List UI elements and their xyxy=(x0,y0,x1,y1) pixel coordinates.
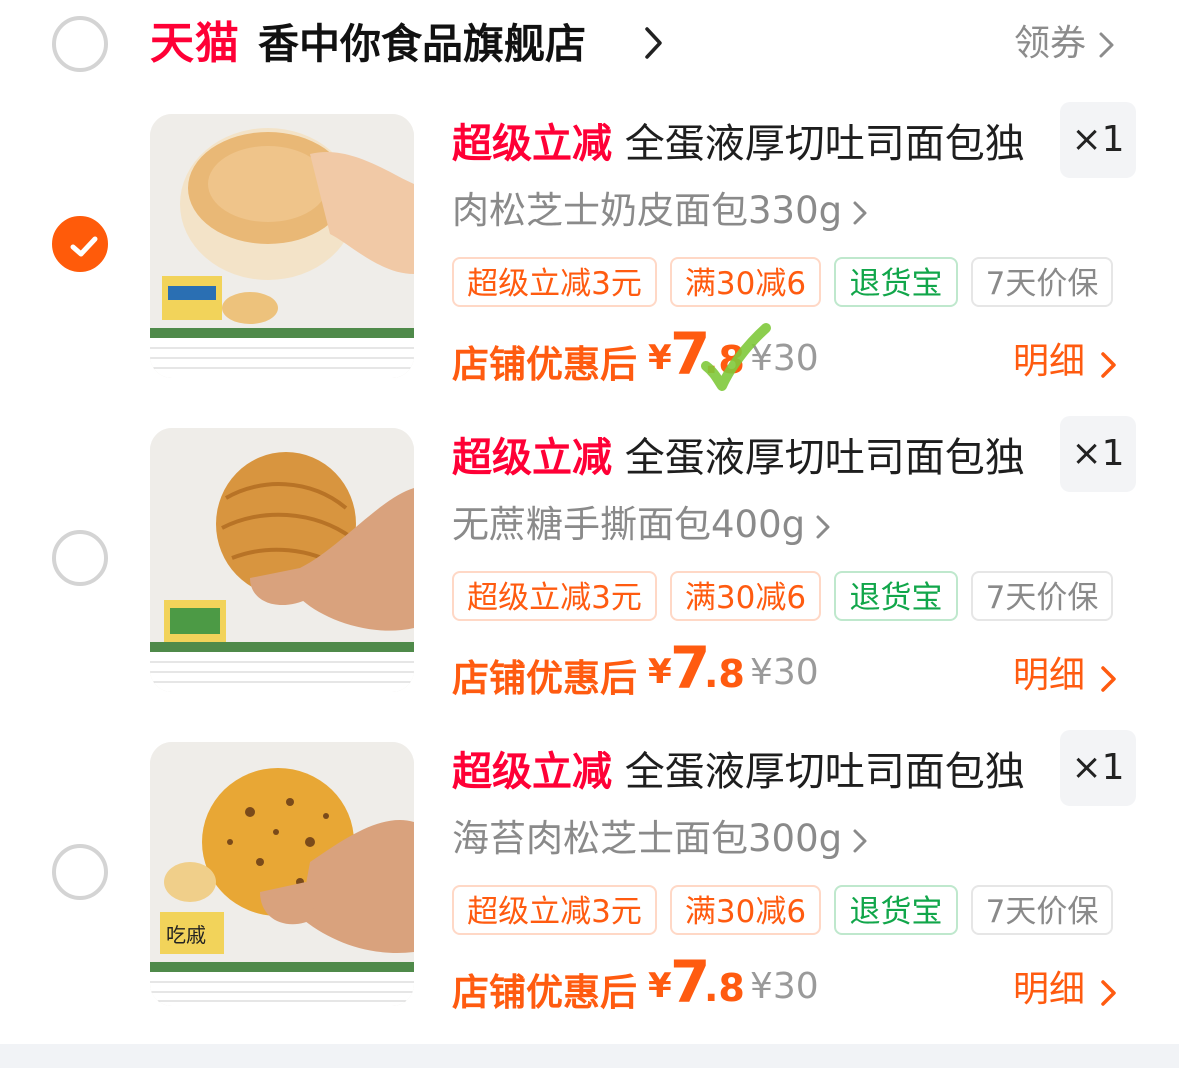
detail-chevron-right-icon[interactable] xyxy=(1100,350,1118,380)
tag-spend-discount: 满30减6 xyxy=(670,257,821,307)
tag-return-insurance: 退货宝 xyxy=(834,571,958,621)
quantity-stepper[interactable]: ×1 xyxy=(1060,730,1136,806)
svg-text:吃戚: 吃戚 xyxy=(166,923,206,947)
tag-spend-discount: 满30减6 xyxy=(670,571,821,621)
sku-label: 海苔肉松芝士面包300g xyxy=(452,817,843,860)
coupon-link[interactable]: 领券 xyxy=(1014,18,1086,70)
tag-price-protection: 7天价保 xyxy=(971,571,1113,621)
store-select-radio[interactable] xyxy=(52,16,108,72)
tag-instant-discount: 超级立减3元 xyxy=(452,571,657,621)
sku-selector[interactable]: 无蔗糖手撕面包400g xyxy=(452,498,831,552)
coupon-chevron-right-icon[interactable] xyxy=(1098,30,1116,60)
checkmark-icon xyxy=(70,236,98,257)
sku-chevron-right-icon xyxy=(853,829,867,852)
price-currency: ¥ xyxy=(648,652,672,692)
tag-instant-discount: 超级立减3元 xyxy=(452,257,657,307)
tag-return-insurance: 退货宝 xyxy=(834,257,958,307)
store-header: 天猫 香中你食品旗舰店 领券 xyxy=(0,0,1179,90)
item-select-radio[interactable] xyxy=(52,530,108,586)
product-title[interactable]: 超级立减 全蛋液厚切吐司面包独 xyxy=(452,430,1025,486)
price-label: 店铺优惠后 xyxy=(452,657,637,700)
store-chevron-right-icon[interactable] xyxy=(643,24,665,62)
tmall-brand-label: 天猫 xyxy=(150,18,240,69)
item-select-radio[interactable] xyxy=(52,844,108,900)
sku-selector[interactable]: 海苔肉松芝士面包300g xyxy=(452,812,868,866)
price-decimal: .8 xyxy=(704,966,745,1010)
product-image[interactable]: 吃戚 xyxy=(150,742,414,1006)
item-select-radio-checked[interactable] xyxy=(52,216,108,272)
tag-price-protection: 7天价保 xyxy=(971,885,1113,935)
cart-item: 超级立减 全蛋液厚切吐司面包独 ×1 肉松芝士奶皮面包330g 超级立减3元 满… xyxy=(0,102,1179,404)
pork-floss-bread-photo: 吃戚 xyxy=(150,742,414,1006)
price-currency: ¥ xyxy=(648,966,672,1006)
detail-link[interactable]: 明细 xyxy=(1013,650,1085,702)
product-name: 全蛋液厚切吐司面包独 xyxy=(624,435,1025,481)
product-name: 全蛋液厚切吐司面包独 xyxy=(624,121,1025,167)
tag-return-insurance: 退货宝 xyxy=(834,885,958,935)
original-price: ¥30 xyxy=(750,652,819,693)
quantity-stepper[interactable]: ×1 xyxy=(1060,416,1136,492)
round-bread-photo xyxy=(150,114,414,378)
cart-item: 吃戚 超级立减 全蛋液厚切吐司面包独 ×1 海苔肉松芝士面包300g 超级立减3… xyxy=(0,730,1179,1032)
promo-label: 超级立减 xyxy=(452,435,612,481)
detail-chevron-right-icon[interactable] xyxy=(1100,978,1118,1008)
sku-label: 肉松芝士奶皮面包330g xyxy=(452,189,843,232)
product-image[interactable] xyxy=(150,428,414,692)
cart-item: 超级立减 全蛋液厚切吐司面包独 ×1 无蔗糖手撕面包400g 超级立减3元 满3… xyxy=(0,416,1179,718)
detail-link[interactable]: 明细 xyxy=(1013,964,1085,1016)
sku-selector[interactable]: 肉松芝士奶皮面包330g xyxy=(452,184,868,238)
green-check-mark-icon xyxy=(701,323,771,391)
price-currency: ¥ xyxy=(648,338,672,378)
promo-label: 超级立减 xyxy=(452,121,612,167)
tag-spend-discount: 满30减6 xyxy=(670,885,821,935)
price-decimal: .8 xyxy=(704,652,745,696)
price-label: 店铺优惠后 xyxy=(452,971,637,1014)
detail-chevron-right-icon[interactable] xyxy=(1100,664,1118,694)
section-divider xyxy=(0,1044,1179,1068)
sku-label: 无蔗糖手撕面包400g xyxy=(452,503,806,546)
tag-price-protection: 7天价保 xyxy=(971,257,1113,307)
sku-chevron-right-icon xyxy=(853,201,867,224)
product-title[interactable]: 超级立减 全蛋液厚切吐司面包独 xyxy=(452,744,1025,800)
store-name[interactable]: 香中你食品旗舰店 xyxy=(258,16,586,72)
product-name: 全蛋液厚切吐司面包独 xyxy=(624,749,1025,795)
tag-instant-discount: 超级立减3元 xyxy=(452,885,657,935)
original-price: ¥30 xyxy=(750,966,819,1007)
sku-chevron-right-icon xyxy=(816,515,830,538)
promo-label: 超级立减 xyxy=(452,749,612,795)
price-label: 店铺优惠后 xyxy=(452,343,637,386)
detail-link[interactable]: 明细 xyxy=(1013,336,1085,388)
quantity-stepper[interactable]: ×1 xyxy=(1060,102,1136,178)
product-image[interactable] xyxy=(150,114,414,378)
hand-torn-bread-photo xyxy=(150,428,414,692)
product-title[interactable]: 超级立减 全蛋液厚切吐司面包独 xyxy=(452,116,1025,172)
